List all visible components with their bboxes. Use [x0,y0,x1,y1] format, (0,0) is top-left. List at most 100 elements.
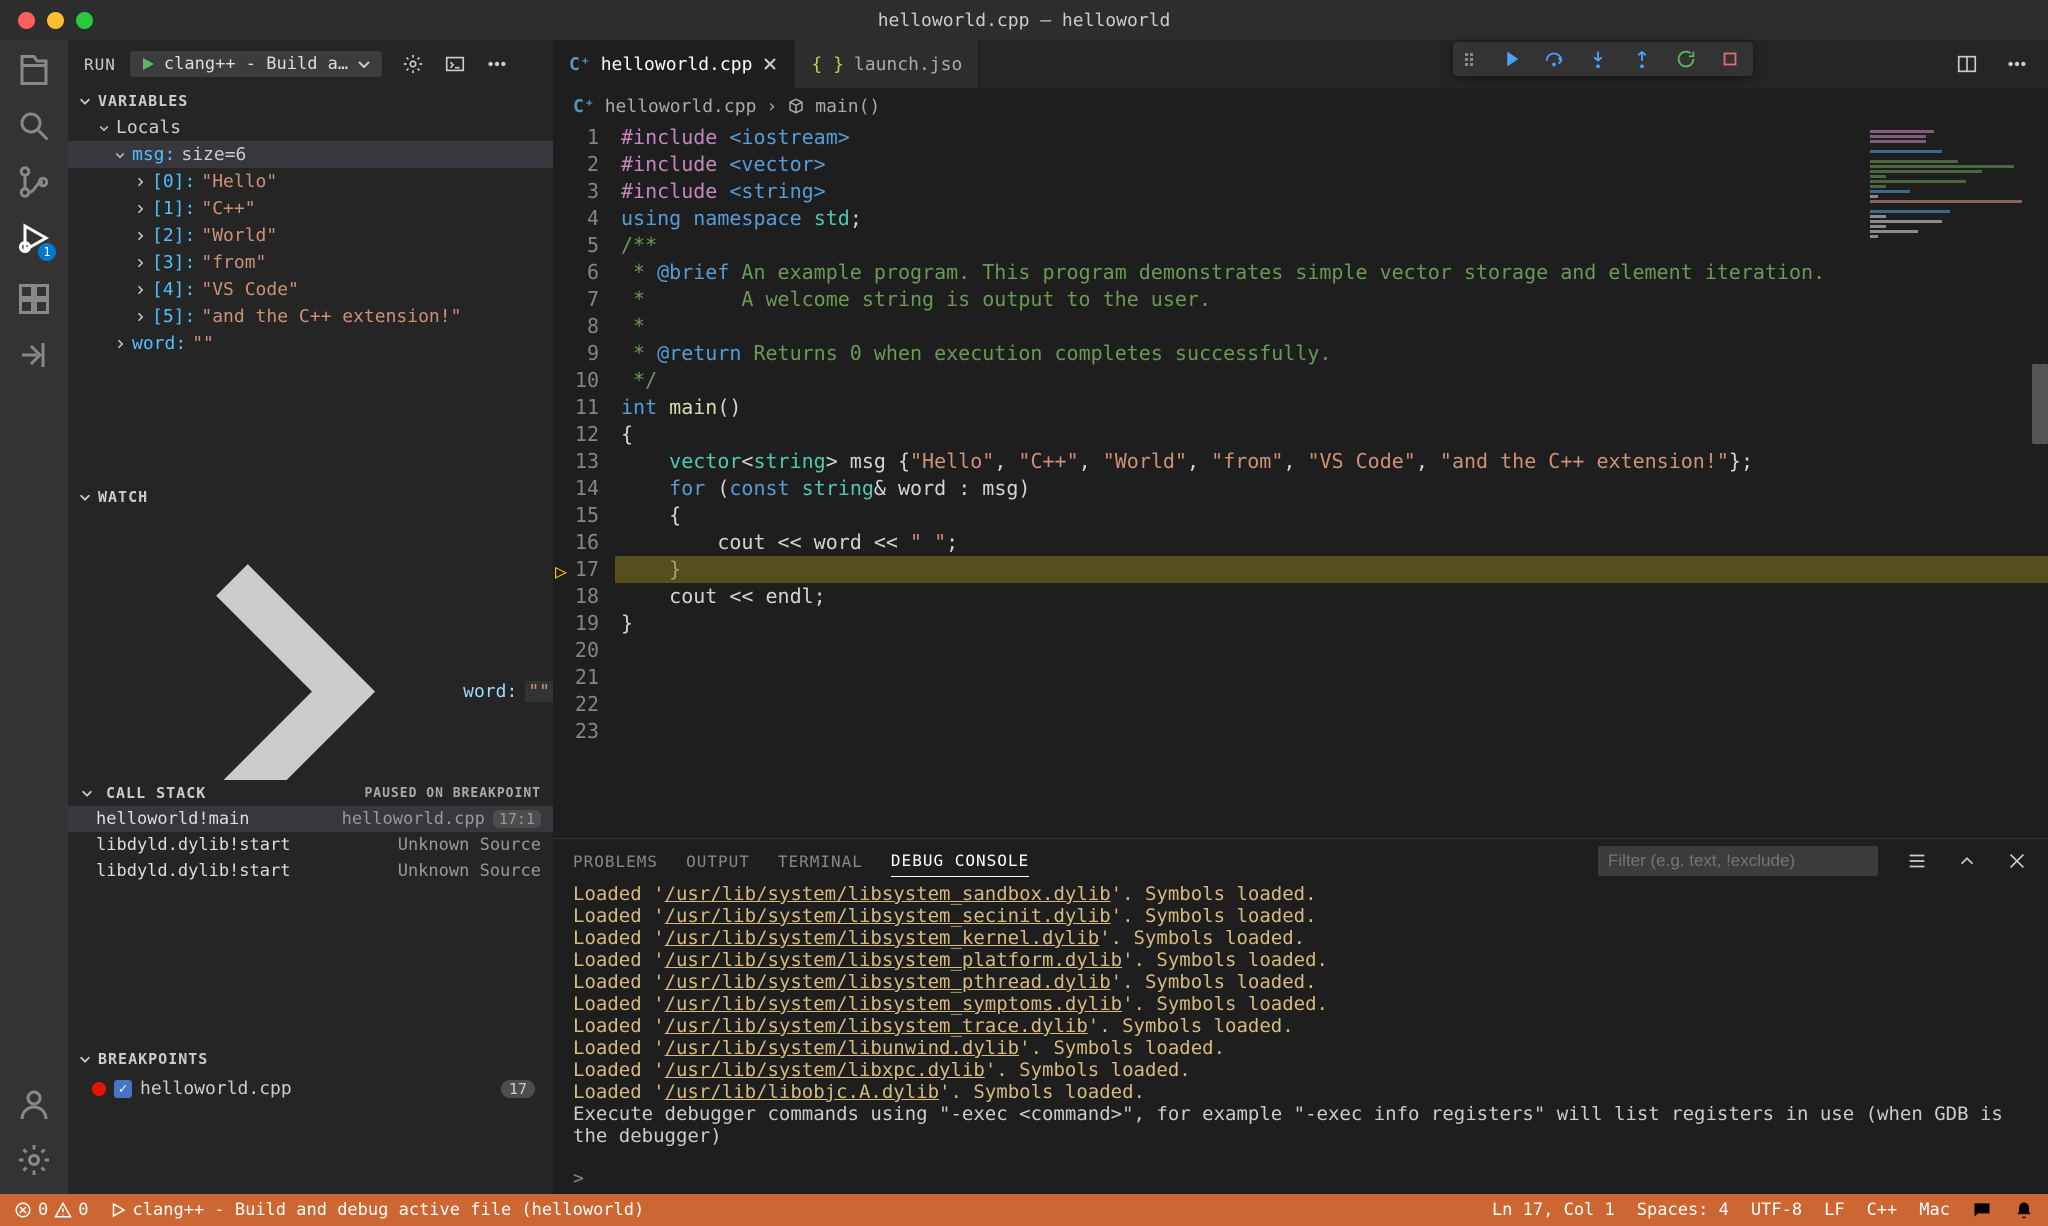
chevron-right-icon [134,203,146,215]
var-item[interactable]: [5]: "and the C++ extension!" [68,303,553,330]
tab-launch-json[interactable]: { } launch.jso [795,40,979,88]
debug-console-icon[interactable] [444,53,466,75]
var-msg[interactable]: msg: size=6 [68,141,553,168]
status-spaces[interactable]: Spaces: 4 [1637,1200,1729,1220]
console-filter-input[interactable] [1598,846,1878,876]
editor-area: C⁺ helloworld.cpp { } launch.jso [553,40,2048,1194]
more-icon[interactable] [486,53,508,75]
var-item[interactable]: [1]: "C++" [68,195,553,222]
scrollbar-thumb[interactable] [2032,364,2048,444]
status-lang[interactable]: C++ [1867,1200,1898,1220]
locals-header[interactable]: Locals [68,114,553,141]
chevron-up-icon[interactable] [1956,850,1978,872]
stack-frame[interactable]: libdyld.dylib!startUnknown Source [68,858,553,884]
debug-toolbar[interactable] [1453,42,1753,76]
more-icon[interactable] [2006,53,2028,75]
step-out-icon[interactable] [1631,48,1653,70]
watch-body: word: "" [68,510,553,780]
run-config-label: clang++ - Build a… [164,54,348,74]
window-zoom-icon[interactable] [76,12,93,29]
tab-debug-console[interactable]: DEBUG CONSOLE [891,845,1029,877]
var-item[interactable]: [4]: "VS Code" [68,276,553,303]
chevron-down-icon [356,56,372,72]
explorer-icon[interactable] [16,52,52,88]
live-share-icon[interactable] [16,337,52,373]
cube-icon [787,97,805,115]
grip-icon[interactable] [1465,53,1477,66]
chevron-right-icon [134,284,146,296]
console-input[interactable]: > [553,1162,2048,1194]
split-editor-icon[interactable] [1956,53,1978,75]
tab-problems[interactable]: PROBLEMS [573,846,658,877]
minimap[interactable] [1870,128,2030,328]
chevron-down-icon [78,490,92,504]
breakpoint-dot-icon [92,1082,106,1096]
code-editor[interactable]: ▷ 1234567891011121314151617181920212223 … [553,124,2048,838]
gear-icon[interactable] [402,53,424,75]
var-item[interactable]: [0]: "Hello" [68,168,553,195]
breakpoint-checkbox[interactable]: ✓ [114,1080,132,1098]
status-eol[interactable]: LF [1824,1200,1844,1220]
code-lines[interactable]: #include <iostream>#include <vector>#inc… [615,124,2048,838]
source-control-icon[interactable] [16,164,52,200]
close-icon[interactable] [762,56,778,72]
search-icon[interactable] [16,108,52,144]
breadcrumb[interactable]: C⁺ helloworld.cpp › main() [553,88,2048,124]
execution-pointer-icon: ▷ [555,558,567,585]
breakpoints-header[interactable]: BREAKPOINTS [68,1046,553,1072]
callstack-header[interactable]: CALL STACK PAUSED ON BREAKPOINT [68,780,553,806]
chevron-down-icon [78,1052,92,1066]
current-line-highlight [615,556,2048,583]
status-encoding[interactable]: UTF-8 [1751,1200,1802,1220]
stack-frame[interactable]: libdyld.dylib!startUnknown Source [68,832,553,858]
status-os[interactable]: Mac [1919,1200,1950,1220]
clear-console-icon[interactable] [1906,850,1928,872]
settings-gear-icon[interactable] [16,1142,52,1178]
gutter: 1234567891011121314151617181920212223 [553,124,615,838]
status-bar: 0 0 clang++ - Build and debug active fil… [0,1194,2048,1226]
debug-sidebar: RUN clang++ - Build a… VARIABLES Locals … [68,40,553,1194]
stack-frame[interactable]: helloworld!mainhelloworld.cpp17:1 [68,806,553,832]
var-word[interactable]: word: "" [68,330,553,357]
chevron-right-icon [134,176,146,188]
breakpoints-body: ✓ helloworld.cpp 17 [68,1072,553,1105]
restart-icon[interactable] [1675,48,1697,70]
chevron-right-icon [134,230,146,242]
tab-helloworld[interactable]: C⁺ helloworld.cpp [553,40,795,88]
stop-icon[interactable] [1719,48,1741,70]
status-debug-task[interactable]: clang++ - Build and debug active file (h… [109,1200,645,1220]
variables-header[interactable]: VARIABLES [68,88,553,114]
chevron-down-icon [98,122,110,134]
bell-icon[interactable] [2014,1200,2034,1220]
chevron-down-icon [80,786,94,800]
var-item[interactable]: [2]: "World" [68,222,553,249]
breakpoint-item[interactable]: ✓ helloworld.cpp 17 [82,1076,553,1101]
activity-bar: 1 [0,40,68,1194]
tab-terminal[interactable]: TERMINAL [778,846,863,877]
step-into-icon[interactable] [1587,48,1609,70]
feedback-icon[interactable] [1972,1200,1992,1220]
window-minimize-icon[interactable] [47,12,64,29]
accounts-icon[interactable] [16,1086,52,1122]
run-config-dropdown[interactable]: clang++ - Build a… [130,51,382,77]
title-bar: helloworld.cpp — helloworld [0,0,2048,40]
continue-icon[interactable] [1499,48,1521,70]
json-icon: { } [811,54,844,75]
play-icon [140,56,156,72]
chevron-right-icon [134,257,146,269]
chevron-down-icon [78,94,92,108]
window-close-icon[interactable] [18,12,35,29]
variables-body: Locals msg: size=6 [0]: "Hello"[1]: "C++… [68,114,553,484]
panel: PROBLEMS OUTPUT TERMINAL DEBUG CONSOLE L… [553,838,2048,1194]
console-output[interactable]: Loaded '/usr/lib/system/libsystem_sandbo… [553,883,2048,1162]
tab-output[interactable]: OUTPUT [686,846,750,877]
status-ln-col[interactable]: Ln 17, Col 1 [1492,1200,1615,1220]
var-item[interactable]: [3]: "from" [68,249,553,276]
step-over-icon[interactable] [1543,48,1565,70]
watch-header[interactable]: WATCH [68,484,553,510]
status-errors[interactable]: 0 0 [14,1200,89,1220]
callstack-status: PAUSED ON BREAKPOINT [364,786,541,801]
close-icon[interactable] [2006,850,2028,872]
chevron-down-icon [114,149,126,161]
extensions-icon[interactable] [16,281,52,317]
